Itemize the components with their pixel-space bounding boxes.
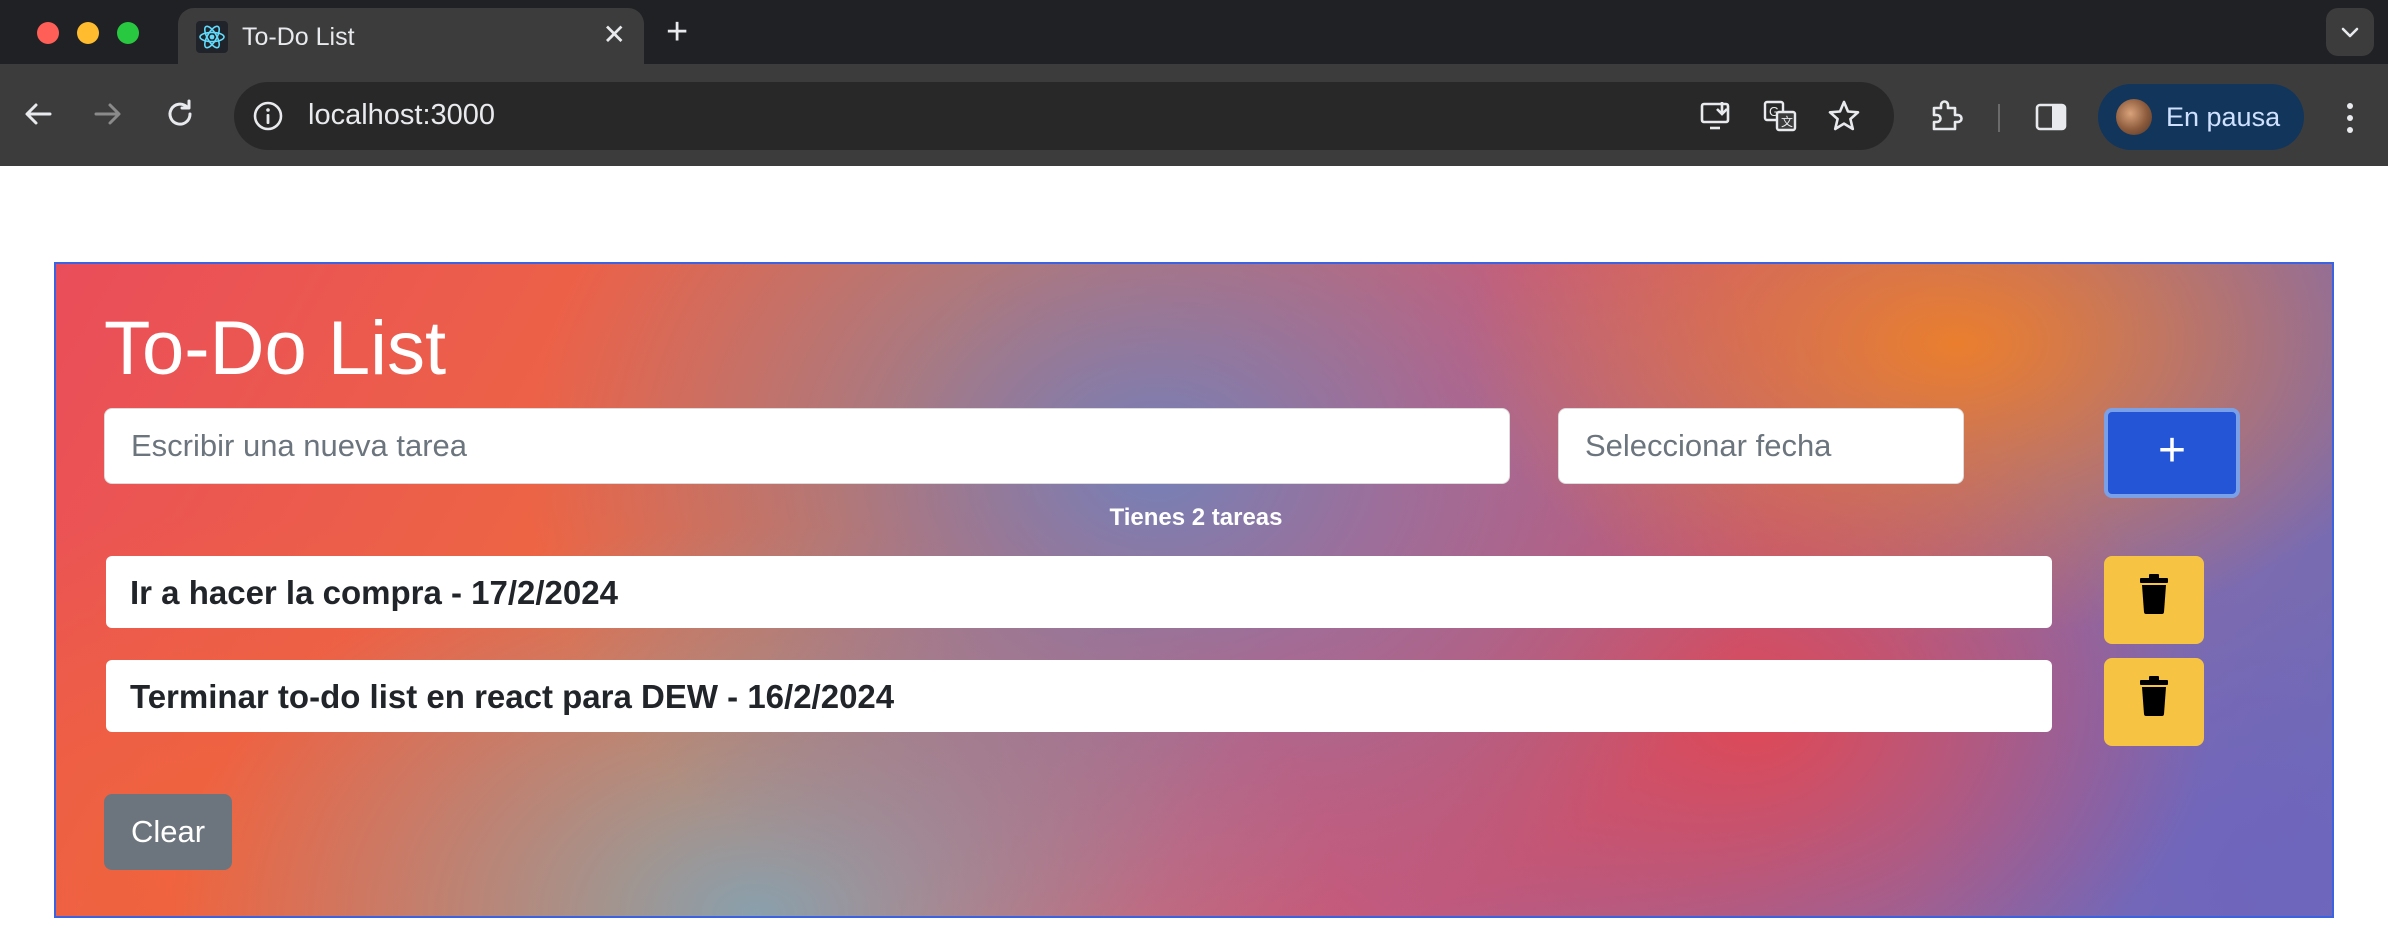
window-close-button[interactable]: [37, 22, 59, 44]
add-task-button[interactable]: +: [2104, 408, 2240, 498]
browser-tab[interactable]: To-Do List ✕: [178, 8, 644, 64]
profile-status-label: En pausa: [2166, 102, 2281, 132]
extensions-puzzle-icon[interactable]: [1928, 98, 1964, 134]
svg-text:文: 文: [1781, 114, 1793, 129]
site-info-icon[interactable]: [252, 100, 284, 132]
delete-task-button[interactable]: [2104, 556, 2204, 644]
install-app-icon[interactable]: [1698, 98, 1734, 134]
react-icon: [196, 21, 228, 53]
task-item: Terminar to-do list en react para DEW - …: [106, 660, 2052, 732]
browser-tab-bar: To-Do List ✕ +: [0, 0, 2388, 64]
reload-icon[interactable]: [158, 92, 202, 136]
task-count-label: Tienes 2 tareas: [1109, 504, 1283, 531]
more-menu-icon[interactable]: [2334, 96, 2366, 140]
new-tab-button[interactable]: +: [666, 12, 688, 52]
back-arrow-icon[interactable]: [16, 92, 60, 136]
date-picker-input[interactable]: [1558, 408, 1964, 484]
side-panel-icon[interactable]: [2034, 100, 2068, 134]
window-minimize-button[interactable]: [77, 22, 99, 44]
trash-icon: [2140, 676, 2168, 716]
clear-button[interactable]: Clear: [104, 794, 232, 870]
task-text: Ir a hacer la compra - 17/2/2024: [130, 574, 618, 611]
chevron-down-icon: [2341, 27, 2359, 38]
tab-search-button[interactable]: [2326, 8, 2374, 56]
profile-button[interactable]: En pausa: [2098, 84, 2304, 150]
forward-arrow-icon[interactable]: [86, 92, 130, 136]
bookmark-star-icon[interactable]: [1826, 98, 1862, 134]
delete-task-button[interactable]: [2104, 658, 2204, 746]
task-text: Terminar to-do list en react para DEW - …: [130, 678, 895, 715]
browser-toolbar: localhost:3000 G文 En pausa: [0, 64, 2388, 166]
address-bar[interactable]: localhost:3000 G文: [234, 82, 1894, 150]
trash-icon: [2140, 574, 2168, 614]
window-maximize-button[interactable]: [117, 22, 139, 44]
page-title: To-Do List: [104, 306, 447, 391]
tab-title: To-Do List: [242, 23, 355, 51]
todo-panel: To-Do List + Tienes 2 tareas Ir a hacer …: [54, 262, 2334, 918]
task-item: Ir a hacer la compra - 17/2/2024: [106, 556, 2052, 628]
translate-icon[interactable]: G文: [1762, 98, 1798, 134]
toolbar-divider: [1998, 104, 2000, 132]
close-tab-icon[interactable]: ✕: [603, 19, 626, 51]
avatar: [2116, 99, 2152, 135]
new-task-input[interactable]: [104, 408, 1510, 484]
url-text[interactable]: localhost:3000: [308, 99, 495, 132]
